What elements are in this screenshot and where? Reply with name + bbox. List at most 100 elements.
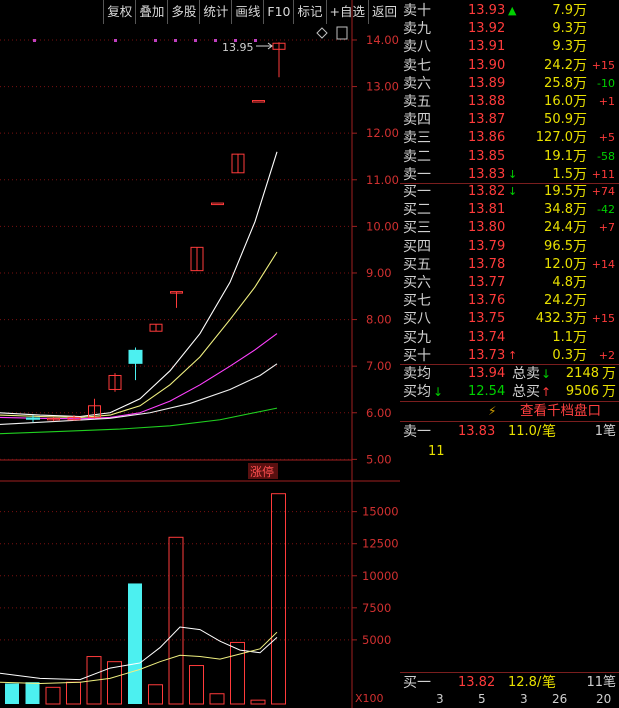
ask-level-price: 13.83 <box>468 166 506 182</box>
ask-level-label: 卖七 <box>403 57 431 74</box>
volume-tick-label: 15000 <box>362 505 399 519</box>
bid-level-label: 买十 <box>403 347 431 364</box>
event-marker-dot <box>114 39 117 42</box>
volume-bar <box>168 536 184 705</box>
bid-level-row: 买十 13.73 ↑ 0.3 万 +2 <box>400 347 619 365</box>
bid-level-price: 13.77 <box>468 275 506 290</box>
bid-level-price: 13.82 <box>468 184 506 199</box>
ask-level-price: 13.86 <box>468 130 506 146</box>
bid-level-unit: 万 <box>573 347 587 364</box>
bid-level-label: 买三 <box>403 220 431 237</box>
bid-level-volume: 0.3 <box>552 347 573 363</box>
toolbar-button-0[interactable]: 复权 <box>103 0 135 24</box>
ask-level-volume: 1.5 <box>552 166 573 182</box>
ask-level-row: 卖九 13.92 9.3 万 <box>400 20 619 38</box>
ask-level-label: 卖六 <box>403 75 431 92</box>
bid-level-row: 买一 13.82 ↓ 19.5 万 +74 <box>400 183 619 201</box>
total-buy-arrow-icon: ↑ <box>541 385 552 399</box>
ask-level-unit: 万 <box>573 39 587 56</box>
ask-level-change: +11 <box>591 167 615 181</box>
volume-unit-label: X100 <box>355 692 384 705</box>
avg-sell-row: 卖均 13.94 总卖 ↓ 2148 万 <box>400 365 619 383</box>
ask1-queue-first-order: 11 <box>428 444 445 459</box>
volume-bar <box>148 684 163 705</box>
ask-level-volume: 7.9 <box>552 3 573 18</box>
ask-level-unit: 万 <box>573 112 587 129</box>
event-marker-dot <box>174 39 177 42</box>
volume-bar <box>209 693 225 705</box>
avg-buy-row: 买均 ↓ 12.54 总买 ↑ 9506 万 <box>400 383 619 401</box>
toolbar-button-5[interactable]: F10 <box>263 0 293 24</box>
total-buy-label: 总买 <box>512 384 540 400</box>
limit-up-tag: 涨停 <box>250 464 274 479</box>
bid1-queue-label: 买一 <box>403 675 431 691</box>
ask-level-volume: 127.0 <box>535 130 573 146</box>
bid-level-price: 13.81 <box>468 202 506 218</box>
total-buy-unit: 万 <box>602 384 616 400</box>
ma-line-2 <box>0 251 278 418</box>
ask1-queue-price: 13.83 <box>458 424 496 439</box>
bid-level-row: 买三 13.80 24.4 万 +7 <box>400 219 619 237</box>
bid-level-price: 13.78 <box>468 256 506 272</box>
ask-level-row: 卖八 13.91 9.3 万 <box>400 38 619 56</box>
ask-level-unit: 万 <box>573 21 587 38</box>
volume-bar <box>128 583 142 704</box>
ma-line-5 <box>0 407 278 435</box>
ask-level-volume: 19.1 <box>544 148 573 164</box>
bid-level-volume: 4.8 <box>552 275 573 290</box>
bid1-queue-order: 3 <box>520 692 528 706</box>
bid1-queue-row: 买一 13.82 12.8/笔 11笔 <box>400 674 619 692</box>
ask-level-row: 卖五 13.88 16.0 万 +1 <box>400 93 619 111</box>
bid-level-unit: 万 <box>573 220 587 237</box>
bid-level-volume: 432.3 <box>535 311 573 327</box>
volume-bar <box>250 699 266 705</box>
bid-level-row: 买九 13.74 1.1 万 <box>400 329 619 347</box>
toolbar-button-2[interactable]: 多股 <box>167 0 199 24</box>
book-separator <box>400 421 619 422</box>
toolbar-button-3[interactable]: 统计 <box>199 0 231 24</box>
toolbar-button-4[interactable]: 画线 <box>231 0 263 24</box>
bid-level-label: 买一 <box>403 184 431 200</box>
ask-level-label: 卖三 <box>403 130 431 147</box>
toolbar-button-7[interactable]: +自选 <box>325 0 368 24</box>
ask-level-price: 13.92 <box>468 21 506 37</box>
event-marker-dot <box>214 39 217 42</box>
avg-sell-label: 卖均 <box>403 366 431 382</box>
toolbar-button-1[interactable]: 叠加 <box>135 0 167 24</box>
bid-level-volume: 1.1 <box>552 329 573 345</box>
price-tick-label: 8.00 <box>366 313 392 327</box>
price-tick-label: 13.00 <box>366 80 399 94</box>
bid-level-row: 买四 13.79 96.5 万 <box>400 238 619 256</box>
bid-level-change: -42 <box>597 203 615 217</box>
bid-level-volume: 12.0 <box>544 256 573 272</box>
ask-level-unit: 万 <box>573 166 587 183</box>
bid-level-price: 13.76 <box>468 293 506 309</box>
price-tick-label: 6.00 <box>366 406 392 420</box>
bid-level-unit: 万 <box>573 311 587 328</box>
ma-line-1 <box>0 151 278 418</box>
ask-level-row: 卖一 13.83 ↓ 1.5 万 +11 <box>400 166 619 184</box>
ask1-queue-count: 1笔 <box>594 424 616 439</box>
toolbar-button-6[interactable]: 标记 <box>293 0 325 24</box>
view-thousand-levels-button[interactable]: ⚡ 查看千档盘口 <box>400 402 619 420</box>
event-marker-dot <box>254 39 257 42</box>
ask-level-volume: 9.3 <box>552 39 573 55</box>
toolbar-button-8[interactable]: 返回 <box>367 0 400 24</box>
bid1-queue-unit: 笔 <box>542 675 556 691</box>
bid1-queue-order: 26 <box>552 692 568 706</box>
candle-body <box>26 417 40 420</box>
ask1-queue-row: 卖一 13.83 11.0/笔 1笔 <box>400 423 619 441</box>
bid1-queue-order: 20 <box>596 692 612 706</box>
panel-toggle-icon <box>336 26 348 40</box>
bid1-queue-order: 3 <box>436 692 444 706</box>
kline-chart[interactable]: 14.00 13.00 12.00 11.00 10.00 9.00 8.00 7.00 6.0… <box>0 0 400 708</box>
avg-sell-price: 13.94 <box>468 366 506 381</box>
total-sell-label: 总卖 <box>512 366 540 382</box>
ask-level-row: 卖三 13.86 127.0 万 +5 <box>400 129 619 147</box>
bid-level-price: 13.79 <box>468 238 506 254</box>
bid-level-volume: 19.5 <box>544 184 573 199</box>
price-tick-label: 11.00 <box>366 173 399 187</box>
ask-level-label: 卖十 <box>403 3 431 19</box>
ask-level-unit: 万 <box>573 130 587 147</box>
lightning-icon: ⚡ <box>488 404 497 418</box>
